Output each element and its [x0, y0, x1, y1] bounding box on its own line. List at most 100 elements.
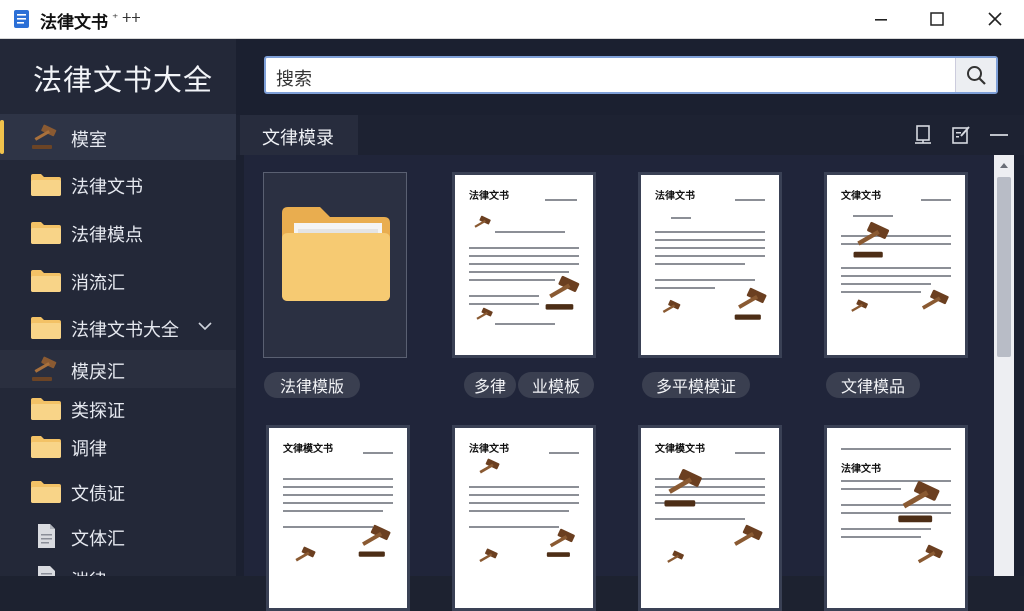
title-bar: 法律文书 ⁺ ⵜⵜ: [0, 0, 1024, 39]
menu-icon[interactable]: [988, 124, 1010, 146]
minimize-button[interactable]: [852, 0, 910, 38]
doc-thumbnail-title: 文律模文书: [283, 444, 333, 455]
sidebar-item-legal-docs[interactable]: 法律文书: [0, 161, 236, 207]
card-label-pill[interactable]: 文律模品: [826, 372, 920, 398]
template-card[interactable]: 文律模文书: [638, 425, 782, 611]
maximize-icon: [930, 12, 944, 26]
gavel-icon: [479, 548, 498, 563]
maximize-button[interactable]: [908, 0, 966, 38]
document-thumbnail: 法律文书: [452, 172, 596, 358]
gavel-icon: [734, 287, 767, 320]
document-thumbnail: 法律文书: [452, 425, 596, 611]
gavel-icon: [898, 481, 940, 523]
gavel-icon: [474, 215, 491, 228]
sidebar-item-debt[interactable]: 文债证: [0, 468, 236, 514]
template-card[interactable]: 文律文书: [824, 172, 968, 358]
gavel-icon: [734, 524, 763, 546]
gavel-icon: [917, 544, 943, 564]
gavel-icon: [479, 458, 500, 474]
gavel-icon: [667, 550, 684, 563]
document-icon: [38, 524, 55, 548]
document-thumbnail: 法律文书: [824, 425, 968, 611]
tab-templates[interactable]: 文律模录: [240, 115, 358, 155]
gavel-icon: [851, 299, 868, 312]
folder-icon: [31, 481, 61, 503]
document-thumbnail: 文律文书: [824, 172, 968, 358]
sidebar-subitem-templates[interactable]: 模戾汇: [0, 350, 236, 388]
template-card[interactable]: 法律文书: [452, 425, 596, 611]
sidebar-item-home[interactable]: 模室: [0, 114, 236, 160]
sidebar-item-genre[interactable]: 文体汇: [0, 513, 236, 559]
template-card[interactable]: 法律文书: [452, 172, 596, 358]
card-label-pill-2[interactable]: 业模板: [518, 372, 594, 398]
doc-thumbnail-title: 法律文书: [469, 444, 509, 455]
doc-thumbnail-title: 文律文书: [841, 191, 881, 202]
scroll-up-icon[interactable]: [999, 161, 1009, 169]
sidebar-item-mediation[interactable]: 调律: [0, 423, 236, 469]
gavel-icon: [853, 221, 890, 258]
sidebar-item-label: 法律文书: [71, 177, 143, 198]
search-bar[interactable]: 搜索: [264, 56, 998, 94]
template-card[interactable]: 法律文书: [638, 172, 782, 358]
sidebar: 法律文书大全 模室 法律文书 法律模点 消流汇 法律文书大全 模戾汇 类探证 调…: [0, 39, 236, 576]
sidebar-item-legal-docs-all[interactable]: 法律文书大全: [0, 304, 236, 350]
gavel-icon: [32, 356, 57, 381]
sidebar-item-collection[interactable]: 消流汇: [0, 257, 236, 303]
document-icon: [38, 566, 55, 576]
card-label-pill[interactable]: 多律: [464, 372, 516, 398]
close-icon: [988, 12, 1002, 26]
sidebar-item-label: 法律模点: [71, 225, 143, 246]
window-title-suffix: ⁺ ⵜⵜ: [112, 11, 141, 25]
sidebar-item-label: 调律: [71, 439, 107, 460]
sidebar-item-class[interactable]: 类探证: [0, 388, 236, 428]
gavel-icon: [662, 299, 681, 314]
gavel-icon: [664, 469, 702, 507]
folder-icon: [31, 436, 61, 458]
card-label-pill[interactable]: 多平模模证: [642, 372, 750, 398]
sidebar-item-label: 文债证: [71, 484, 125, 505]
app-logo-icon: [14, 10, 29, 28]
card-label-pill[interactable]: 法律模版: [264, 372, 360, 398]
monitor-icon[interactable]: [912, 124, 934, 146]
folder-icon: [31, 270, 61, 292]
folder-icon: [31, 222, 61, 244]
document-thumbnail: 文律模文书: [638, 425, 782, 611]
edit-icon[interactable]: [950, 124, 972, 146]
folder-icon: [31, 317, 61, 339]
scrollbar-thumb[interactable]: [997, 177, 1011, 357]
vertical-scrollbar[interactable]: [994, 155, 1014, 576]
gavel-icon: [921, 289, 949, 310]
main-panel: 搜索 文律模录 法律模版 法律文书 多律 业模板 法律文书 多平模模证 文律文书…: [236, 39, 1024, 611]
window-title: 法律文书: [40, 13, 108, 33]
template-card[interactable]: 法律文书: [824, 425, 968, 611]
gavel-icon: [32, 124, 57, 149]
folder-icon: [282, 207, 390, 301]
folder-card[interactable]: [263, 172, 407, 358]
sidebar-item-rapid[interactable]: 湍律: [0, 559, 236, 576]
sidebar-item-label: 模戾汇: [71, 362, 125, 383]
gavel-icon: [546, 528, 575, 557]
sidebar-item-label: 文体汇: [71, 529, 125, 550]
template-card[interactable]: 文律模文书: [266, 425, 410, 611]
folder-icon: [31, 174, 61, 196]
sidebar-item-label: 类探证: [71, 401, 125, 422]
gavel-icon: [358, 524, 391, 557]
sidebar-item-legal-points[interactable]: 法律模点: [0, 209, 236, 255]
search-icon: [967, 66, 986, 85]
sidebar-item-label: 消流汇: [71, 273, 125, 294]
close-button[interactable]: [966, 0, 1024, 38]
gavel-icon: [545, 275, 580, 310]
minimize-icon: [875, 19, 887, 21]
search-input[interactable]: 搜索: [276, 65, 312, 91]
sidebar-item-label: 模室: [71, 130, 107, 151]
document-thumbnail: 法律文书: [638, 172, 782, 358]
search-button[interactable]: [955, 58, 996, 92]
doc-thumbnail-title: 法律文书: [469, 191, 509, 202]
tab-strip: 文律模录: [236, 115, 1024, 155]
chevron-down-icon[interactable]: [198, 321, 212, 331]
app-name: 法律文书大全: [33, 63, 214, 97]
sidebar-item-label: 湍律: [71, 567, 107, 576]
doc-thumbnail-title: 法律文书: [655, 191, 695, 202]
document-thumbnail: 文律模文书: [266, 425, 410, 611]
folder-icon: [31, 398, 61, 420]
